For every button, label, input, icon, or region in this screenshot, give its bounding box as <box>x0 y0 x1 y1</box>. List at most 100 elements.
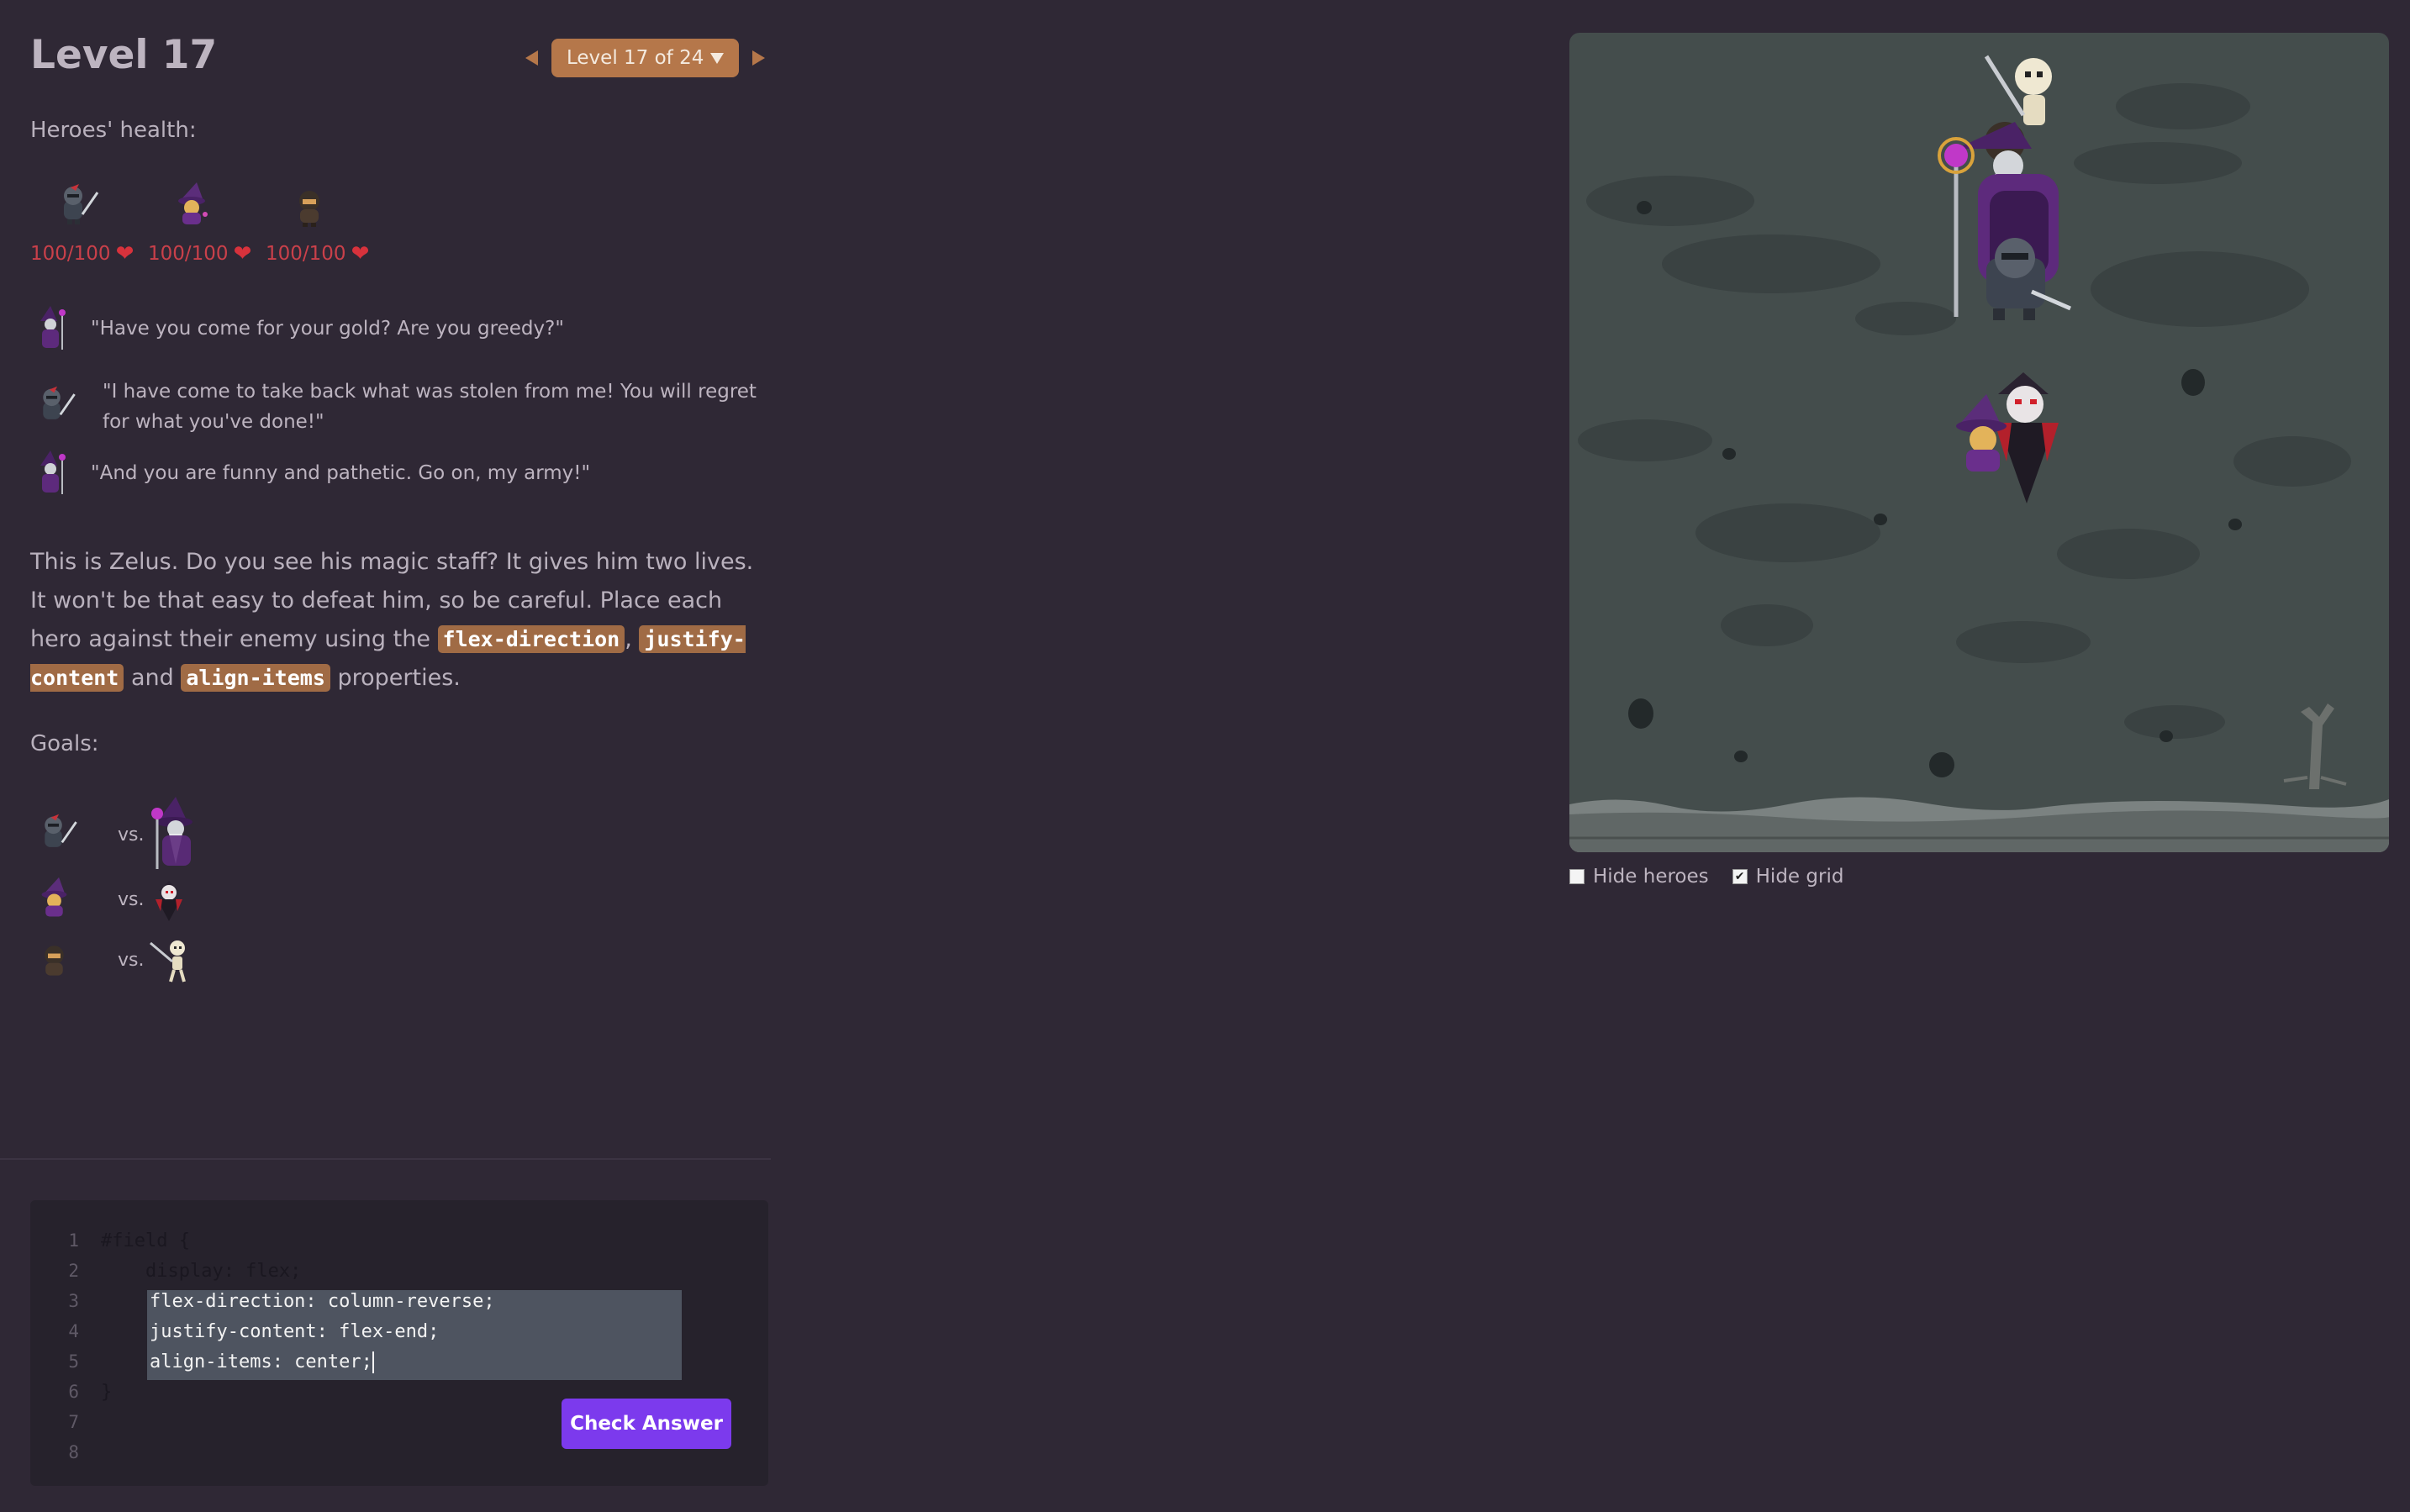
rock-decoration <box>2160 730 2173 742</box>
line-number: 5 <box>68 1351 79 1372</box>
hide-grid-checkbox[interactable]: ✔ <box>1732 869 1748 884</box>
dialogue-text: "Have you come for your gold? Are you gr… <box>91 318 564 340</box>
goal-row: vs. <box>35 874 191 925</box>
puddle-decoration <box>1578 419 1712 461</box>
puddle-decoration <box>1721 604 1813 646</box>
instructions-text: , <box>625 626 640 652</box>
line-number: 8 <box>68 1442 79 1462</box>
rock-decoration <box>2181 369 2205 396</box>
vampire-wizard-pair <box>1956 372 2059 503</box>
flex-direction-keyword: flex-direction <box>437 625 625 653</box>
align-items-keyword: align-items <box>181 664 330 692</box>
instructions-text: and <box>124 665 182 691</box>
puddle-decoration <box>1662 234 1880 293</box>
dialogue-line: "Have you come for your gold? Are you gr… <box>34 304 746 353</box>
knight-icon <box>34 383 82 430</box>
heart-icon: ❤ <box>115 241 134 266</box>
css-editor: 1 2 3 4 5 6 7 8 #field { display: flex; … <box>30 1200 768 1486</box>
code-line-selector: #field { <box>101 1230 190 1251</box>
text-cursor <box>372 1351 374 1373</box>
heart-icon: ❤ <box>233 241 252 266</box>
rogue-icon <box>35 936 84 983</box>
board-options: Hide heroes ✔ Hide grid <box>1569 866 1843 888</box>
line-number: 4 <box>68 1321 79 1341</box>
hide-heroes-option[interactable]: Hide heroes <box>1569 866 1709 888</box>
previous-level-arrow-icon[interactable] <box>525 50 538 66</box>
hide-grid-option[interactable]: ✔ Hide grid <box>1732 866 1844 888</box>
line-number: 7 <box>68 1412 79 1432</box>
wizard-icon <box>35 876 84 923</box>
line-number: 1 <box>68 1230 79 1251</box>
rock-decoration <box>1734 751 1748 762</box>
rogue-icon <box>289 181 341 231</box>
zelus-icon <box>34 449 71 498</box>
skeleton-sprite <box>1984 55 2052 125</box>
vampire-sprite <box>1995 372 2059 503</box>
hide-heroes-label: Hide heroes <box>1593 866 1709 888</box>
puddle-decoration <box>2116 83 2250 129</box>
hide-heroes-checkbox[interactable] <box>1569 869 1585 884</box>
level-selector-label: Level 17 of 24 <box>567 47 704 69</box>
rock-decoration <box>2228 519 2242 530</box>
wizard-health-value: 100/100 <box>148 243 229 265</box>
code-line-display: display: flex; <box>101 1261 302 1282</box>
goal-row: vs. <box>35 795 206 874</box>
knight-health-value: 100/100 <box>30 243 111 265</box>
versus-label: vs. <box>118 824 145 846</box>
zelus-icon <box>147 795 206 874</box>
input-line-text: align-items: center; <box>150 1351 372 1372</box>
code-line-closing-brace: } <box>101 1382 113 1403</box>
caret-down-icon <box>710 52 725 64</box>
heart-icon: ❤ <box>351 241 370 266</box>
rock-decoration <box>1722 448 1736 460</box>
puddle-decoration <box>1586 176 1754 226</box>
instructions-text: properties. <box>330 665 461 691</box>
input-line-justify-content[interactable]: justify-content: flex-end; <box>150 1321 439 1342</box>
line-number: 2 <box>68 1261 79 1281</box>
knight-icon <box>54 181 106 231</box>
dialogue-line: "And you are funny and pathetic. Go on, … <box>34 449 746 498</box>
level-selector-button[interactable]: Level 17 of 24 <box>551 39 740 77</box>
line-number: 6 <box>68 1382 79 1402</box>
enemy-units-stack <box>1938 55 2071 320</box>
skeleton-icon <box>147 936 198 983</box>
line-number: 3 <box>68 1291 79 1311</box>
panel-divider <box>0 1158 771 1160</box>
rock-decoration <box>1929 752 1954 777</box>
versus-label: vs. <box>118 949 145 971</box>
dialogue-text: "I have come to take back what was stole… <box>103 381 757 433</box>
dead-tree-decoration <box>2283 703 2347 789</box>
game-board <box>1569 33 2389 852</box>
goals-label: Goals: <box>30 731 99 756</box>
castle-wall <box>1569 797 2389 852</box>
hide-grid-label: Hide grid <box>1755 866 1844 888</box>
dialogue-text: "And you are funny and pathetic. Go on, … <box>91 462 591 484</box>
next-level-arrow-icon[interactable] <box>752 50 766 66</box>
rock-decoration <box>1874 514 1887 525</box>
goal-row: vs. <box>35 936 198 983</box>
input-line-flex-direction[interactable]: flex-direction: column-reverse; <box>150 1291 495 1312</box>
versus-label: vs. <box>118 888 145 910</box>
heroes-health-row: 100/100 ❤ 100/100 ❤ 100/100 ❤ <box>30 181 369 266</box>
puddle-decoration <box>1695 503 1880 562</box>
puddle-decoration <box>2091 251 2309 327</box>
level-instructions: This is Zelus. Do you see his magic staf… <box>30 543 762 698</box>
puddle-decoration <box>2233 436 2351 487</box>
dialogue-line: "I have come to take back what was stole… <box>34 377 758 437</box>
zelus-icon <box>34 304 71 353</box>
puddle-decoration <box>2124 705 2225 739</box>
level-navigation: Level 17 of 24 <box>525 38 766 78</box>
rock-decoration <box>1628 698 1653 729</box>
page-title: Level 17 <box>30 32 218 78</box>
check-answer-button[interactable]: Check Answer <box>562 1399 731 1449</box>
puddle-decoration <box>1956 621 2091 663</box>
wizard-icon <box>171 181 224 231</box>
instructions-panel: Level 17 Level 17 of 24 Heroes' health: … <box>0 0 771 1512</box>
rock-decoration <box>1637 201 1652 214</box>
heroes-health-label: Heroes' health: <box>30 118 197 143</box>
rogue-health-value: 100/100 <box>266 243 346 265</box>
vampire-icon <box>147 874 191 925</box>
input-line-align-items[interactable]: align-items: center; <box>150 1351 374 1373</box>
health-wizard: 100/100 ❤ <box>148 181 251 265</box>
puddle-decoration <box>2057 529 2200 579</box>
